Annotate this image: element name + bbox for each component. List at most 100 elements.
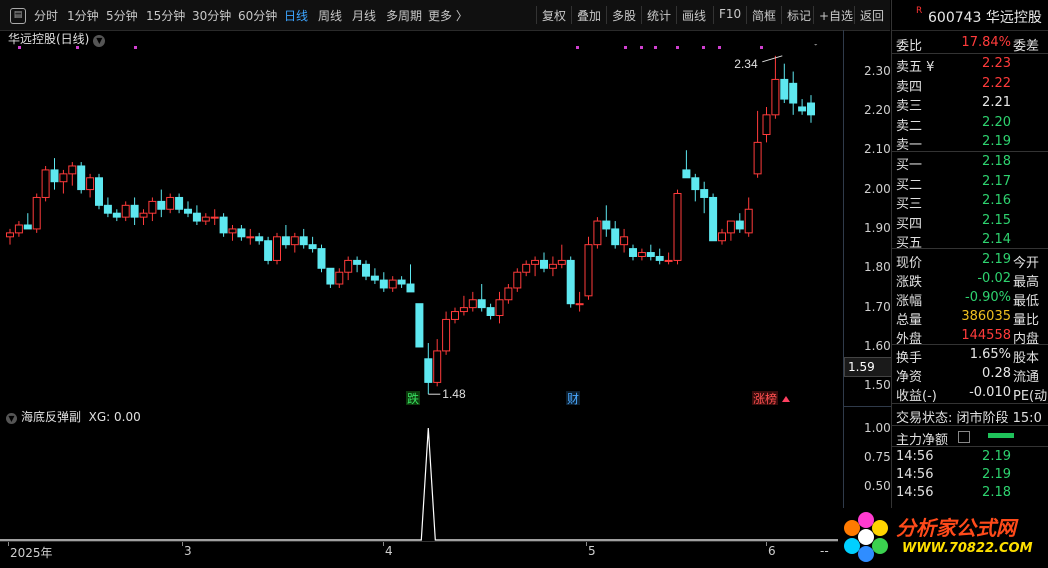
ask-row[interactable]: 卖一 2.19 bbox=[892, 132, 1048, 153]
tab-period[interactable]: 多周期 bbox=[386, 7, 422, 24]
bid-row[interactable]: 买三 2.16 bbox=[892, 191, 1048, 212]
book-label: 买一 bbox=[896, 158, 923, 173]
sub-tick: 1.00 bbox=[864, 421, 891, 435]
ask-row[interactable]: 卖四 2.22 bbox=[892, 74, 1048, 95]
toolbar-button[interactable]: 叠加 bbox=[577, 7, 601, 24]
tab-period[interactable]: 日线 bbox=[284, 7, 308, 24]
date-tick bbox=[586, 542, 587, 546]
signal-dot bbox=[18, 46, 21, 49]
toolbar-button[interactable]: 标记 bbox=[787, 7, 811, 24]
event-marker[interactable]: 财 bbox=[566, 391, 580, 406]
candle-body bbox=[139, 212, 148, 218]
candle-body bbox=[459, 307, 468, 313]
bid-row[interactable]: 买四 2.15 bbox=[892, 211, 1048, 232]
price-tick: 1.50 bbox=[864, 378, 891, 393]
candle-body bbox=[130, 204, 139, 218]
date-label: 6 bbox=[768, 544, 776, 558]
tab-period[interactable]: 更多 〉 bbox=[428, 7, 468, 24]
stock-header[interactable]: R 600743 华远控股 bbox=[892, 0, 1048, 31]
toolbar-button[interactable]: 复权 bbox=[542, 7, 566, 24]
toolbar-button[interactable]: +自选 bbox=[819, 7, 853, 24]
candle-body bbox=[753, 141, 762, 175]
candle-body bbox=[353, 259, 362, 265]
candle-body bbox=[6, 232, 14, 238]
date-label: 4 bbox=[385, 544, 393, 558]
candle-body bbox=[557, 259, 566, 265]
stock-code: 600743 华远控股 bbox=[928, 10, 1042, 26]
candlestick-chart[interactable]: 2.34 1.48 跌 财 涨榜 bbox=[0, 44, 843, 406]
tab-period[interactable]: 15分钟 bbox=[146, 7, 185, 24]
tab-period[interactable]: 月线 bbox=[352, 7, 376, 24]
price-tick: 1.70 bbox=[864, 299, 891, 314]
toolbar-button[interactable]: F10 bbox=[719, 7, 741, 21]
list-icon[interactable] bbox=[958, 431, 970, 443]
event-marker[interactable]: 跌 bbox=[406, 391, 420, 406]
candle-body bbox=[264, 240, 273, 261]
tab-period[interactable]: 分时 bbox=[34, 7, 58, 24]
toolbar-button[interactable]: 多股 bbox=[612, 7, 636, 24]
tick-price: 2.19 bbox=[982, 467, 1011, 482]
divider bbox=[892, 425, 1048, 426]
weibi-value: 17.84% bbox=[961, 35, 1011, 50]
tick-row: 14:56 2.19 bbox=[892, 447, 1048, 466]
bid-row[interactable]: 买一 2.18 bbox=[892, 152, 1048, 173]
toolbar-button[interactable]: 统计 bbox=[647, 7, 671, 24]
watermark-text: 分析家公式网 bbox=[896, 516, 1016, 540]
candle-body bbox=[86, 177, 95, 191]
candle-body bbox=[32, 196, 41, 230]
book-price: 2.20 bbox=[982, 114, 1011, 130]
candle-body bbox=[433, 350, 442, 383]
bid-row[interactable]: 买二 2.17 bbox=[892, 172, 1048, 193]
tab-period[interactable]: 5分钟 bbox=[106, 7, 138, 24]
candle-body bbox=[477, 299, 486, 309]
sub-tick: 0.75 bbox=[864, 450, 891, 464]
flower-logo-icon bbox=[844, 512, 888, 562]
toolbar-button[interactable]: 返回 bbox=[860, 7, 884, 24]
ask-row[interactable]: 卖五 ¥ 2.23 bbox=[892, 54, 1048, 75]
ask-row[interactable]: 卖二 2.20 bbox=[892, 113, 1048, 134]
book-price: 2.16 bbox=[982, 193, 1011, 208]
price-tick: 2.20 bbox=[864, 102, 891, 117]
diamond-icon[interactable] bbox=[810, 44, 822, 46]
candle-body bbox=[771, 78, 780, 116]
sub-indicator-chart[interactable] bbox=[0, 420, 843, 541]
candle-body bbox=[807, 102, 815, 116]
candle-body bbox=[112, 212, 121, 218]
date-tick bbox=[182, 542, 183, 546]
stat-row: 涨幅 -0.90% 最低 bbox=[892, 288, 1048, 309]
signal-dot bbox=[640, 46, 643, 49]
event-marker[interactable]: 涨榜 bbox=[752, 391, 778, 406]
toolbar-button[interactable]: 画线 bbox=[682, 7, 706, 24]
candle-body bbox=[237, 228, 246, 238]
candle-body bbox=[451, 311, 459, 320]
quote-panel: R 600743 华远控股 委比 17.84% 委差 卖五 ¥ 2.23 卖四 2.2… bbox=[891, 0, 1048, 565]
stat-label: 收益(-) bbox=[896, 389, 937, 404]
candle-body bbox=[246, 236, 255, 239]
watermark-url: WWW.70822.COM bbox=[902, 541, 1033, 556]
tab-period[interactable]: 30分钟 bbox=[192, 7, 231, 24]
window-icon[interactable]: ▤ bbox=[10, 8, 26, 24]
high-arrow bbox=[762, 55, 783, 63]
toolbar-separator bbox=[676, 6, 677, 24]
candle-body bbox=[59, 173, 68, 183]
event-marker-label: 涨榜 bbox=[753, 391, 777, 406]
signal-dot bbox=[654, 46, 657, 49]
candle-body bbox=[540, 259, 548, 269]
tab-period[interactable]: 1分钟 bbox=[67, 7, 99, 24]
book-price: 2.15 bbox=[982, 212, 1011, 228]
price-tick: 1.90 bbox=[864, 220, 891, 235]
ask-row[interactable]: 卖三 2.21 bbox=[892, 93, 1048, 114]
main-flow-row[interactable]: 主力净额 bbox=[892, 427, 1048, 448]
toolbar-button[interactable]: 简框 bbox=[752, 7, 776, 24]
tab-period[interactable]: 60分钟 bbox=[238, 7, 277, 24]
signal-dot bbox=[576, 46, 579, 49]
tab-period[interactable]: 周线 bbox=[318, 7, 342, 24]
tick-row: 14:56 2.19 bbox=[892, 465, 1048, 484]
bid-row[interactable]: 买五 2.14 bbox=[892, 230, 1048, 251]
stat-value: 0.28 bbox=[982, 366, 1011, 381]
candle-body bbox=[415, 303, 424, 348]
book-price: 2.18 bbox=[982, 154, 1011, 169]
candle-body bbox=[317, 248, 326, 269]
candle-body bbox=[495, 299, 504, 316]
weibi-label: 委比 bbox=[896, 39, 923, 54]
